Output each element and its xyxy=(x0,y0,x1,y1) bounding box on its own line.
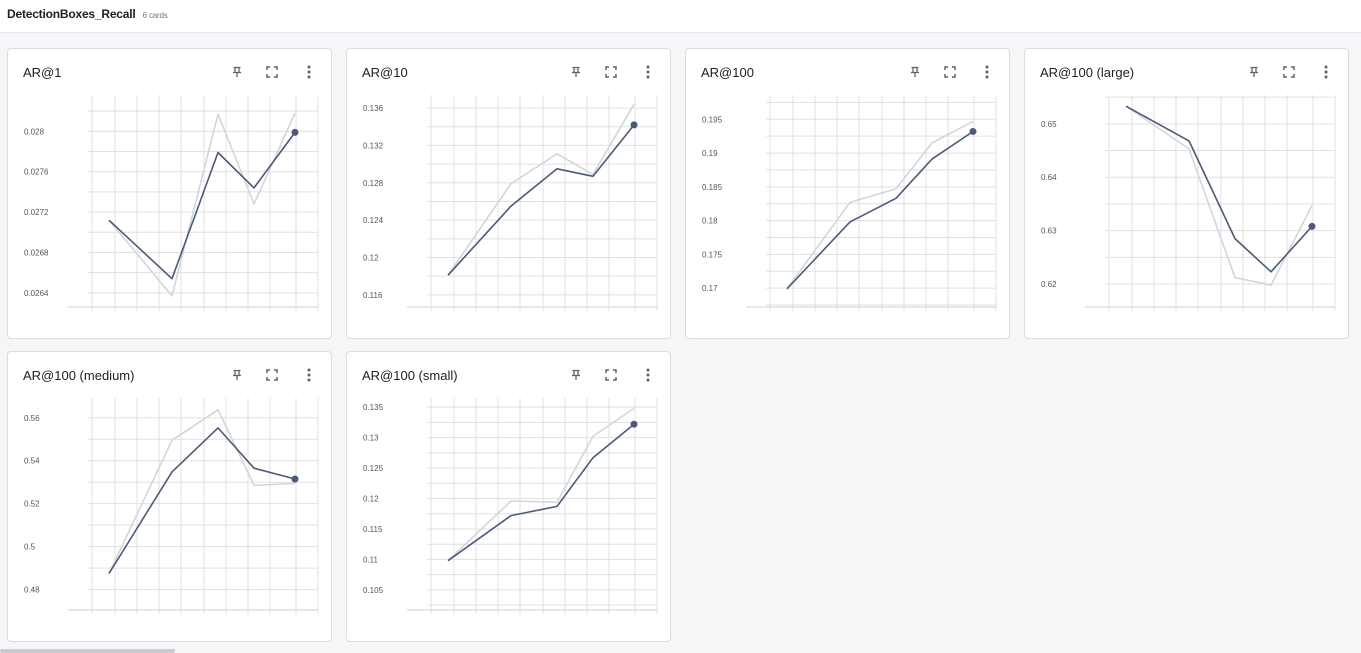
line-chart[interactable]: 0.56 0.54 0.52 0.5 0.48 xyxy=(8,352,331,641)
y-tick-label: 0.62 xyxy=(1041,280,1057,289)
y-tick-label: 0.0268 xyxy=(24,248,49,257)
y-tick-label: 0.12 xyxy=(363,254,379,263)
y-tick-label: 0.135 xyxy=(363,403,384,412)
y-tick-label: 0.12 xyxy=(363,495,379,504)
y-tick-label: 0.128 xyxy=(363,179,384,188)
horizontal-scrollbar[interactable] xyxy=(0,649,175,653)
chart-card: AR@1 0.028 0.0276 0.0272 0.0268 0.0264 xyxy=(7,48,332,339)
y-tick-label: 0.0272 xyxy=(24,208,49,217)
y-tick-label: 0.17 xyxy=(702,284,718,293)
y-tick-label: 0.65 xyxy=(1041,120,1057,129)
y-tick-label: 0.185 xyxy=(702,183,723,192)
y-tick-label: 0.63 xyxy=(1041,227,1057,236)
y-tick-label: 0.18 xyxy=(702,217,718,226)
y-tick-label: 0.125 xyxy=(363,464,384,473)
y-tick-label: 0.5 xyxy=(24,543,36,552)
chart-card: AR@100 (small) 0.135 0.13 0.125 0.12 0.115 0.1… xyxy=(346,351,671,642)
section-title-text: DetectionBoxes_Recall xyxy=(7,7,136,21)
section-header: DetectionBoxes_Recall 6 cards xyxy=(0,0,1361,33)
line-chart[interactable]: 0.135 0.13 0.125 0.12 0.115 0.11 0.105 xyxy=(347,352,670,641)
y-tick-label: 0.52 xyxy=(24,500,40,509)
chart-card: AR@100 (medium) 0.56 0.54 0.52 0.5 0.48 xyxy=(7,351,332,642)
last-point-marker[interactable] xyxy=(291,475,299,483)
y-tick-label: 0.56 xyxy=(24,414,40,423)
y-tick-label: 0.64 xyxy=(1041,173,1057,182)
y-tick-label: 0.13 xyxy=(363,434,379,443)
y-tick-label: 0.11 xyxy=(363,555,379,564)
line-chart[interactable]: 0.195 0.19 0.185 0.18 0.175 0.17 xyxy=(686,49,1009,338)
line-chart[interactable]: 0.65 0.64 0.63 0.62 xyxy=(1025,49,1348,338)
y-tick-label: 0.175 xyxy=(702,250,723,259)
y-tick-label: 0.54 xyxy=(24,457,40,466)
y-tick-label: 0.115 xyxy=(363,525,383,534)
last-point-marker[interactable] xyxy=(1308,222,1316,230)
y-tick-label: 0.116 xyxy=(363,291,383,300)
y-tick-label: 0.0276 xyxy=(24,168,49,177)
y-tick-label: 0.195 xyxy=(702,115,723,124)
y-tick-label: 0.132 xyxy=(363,141,384,150)
last-point-marker[interactable] xyxy=(291,128,299,136)
card-count: 6 cards xyxy=(142,11,168,20)
y-tick-label: 0.136 xyxy=(363,104,384,113)
last-point-marker[interactable] xyxy=(630,121,638,129)
chart-card: AR@10 0.136 0.132 0.128 0.124 0.12 0.116 xyxy=(346,48,671,339)
last-point-marker[interactable] xyxy=(630,420,638,428)
y-tick-label: 0.48 xyxy=(24,586,40,595)
chart-card: AR@100 0.195 0.19 0.185 0.18 0.175 0.17 xyxy=(685,48,1010,339)
y-tick-label: 0.0264 xyxy=(24,289,49,298)
y-tick-label: 0.105 xyxy=(363,586,384,595)
line-chart[interactable]: 0.028 0.0276 0.0272 0.0268 0.0264 xyxy=(8,49,331,338)
line-chart[interactable]: 0.136 0.132 0.128 0.124 0.12 0.116 xyxy=(347,49,670,338)
section-title[interactable]: DetectionBoxes_Recall 6 cards xyxy=(7,7,168,21)
y-tick-label: 0.19 xyxy=(702,149,718,158)
last-point-marker[interactable] xyxy=(969,127,977,135)
y-tick-label: 0.124 xyxy=(363,216,384,225)
chart-card: AR@100 (large) 0.65 0.64 0.63 0.62 xyxy=(1024,48,1349,339)
y-tick-label: 0.028 xyxy=(24,127,45,136)
